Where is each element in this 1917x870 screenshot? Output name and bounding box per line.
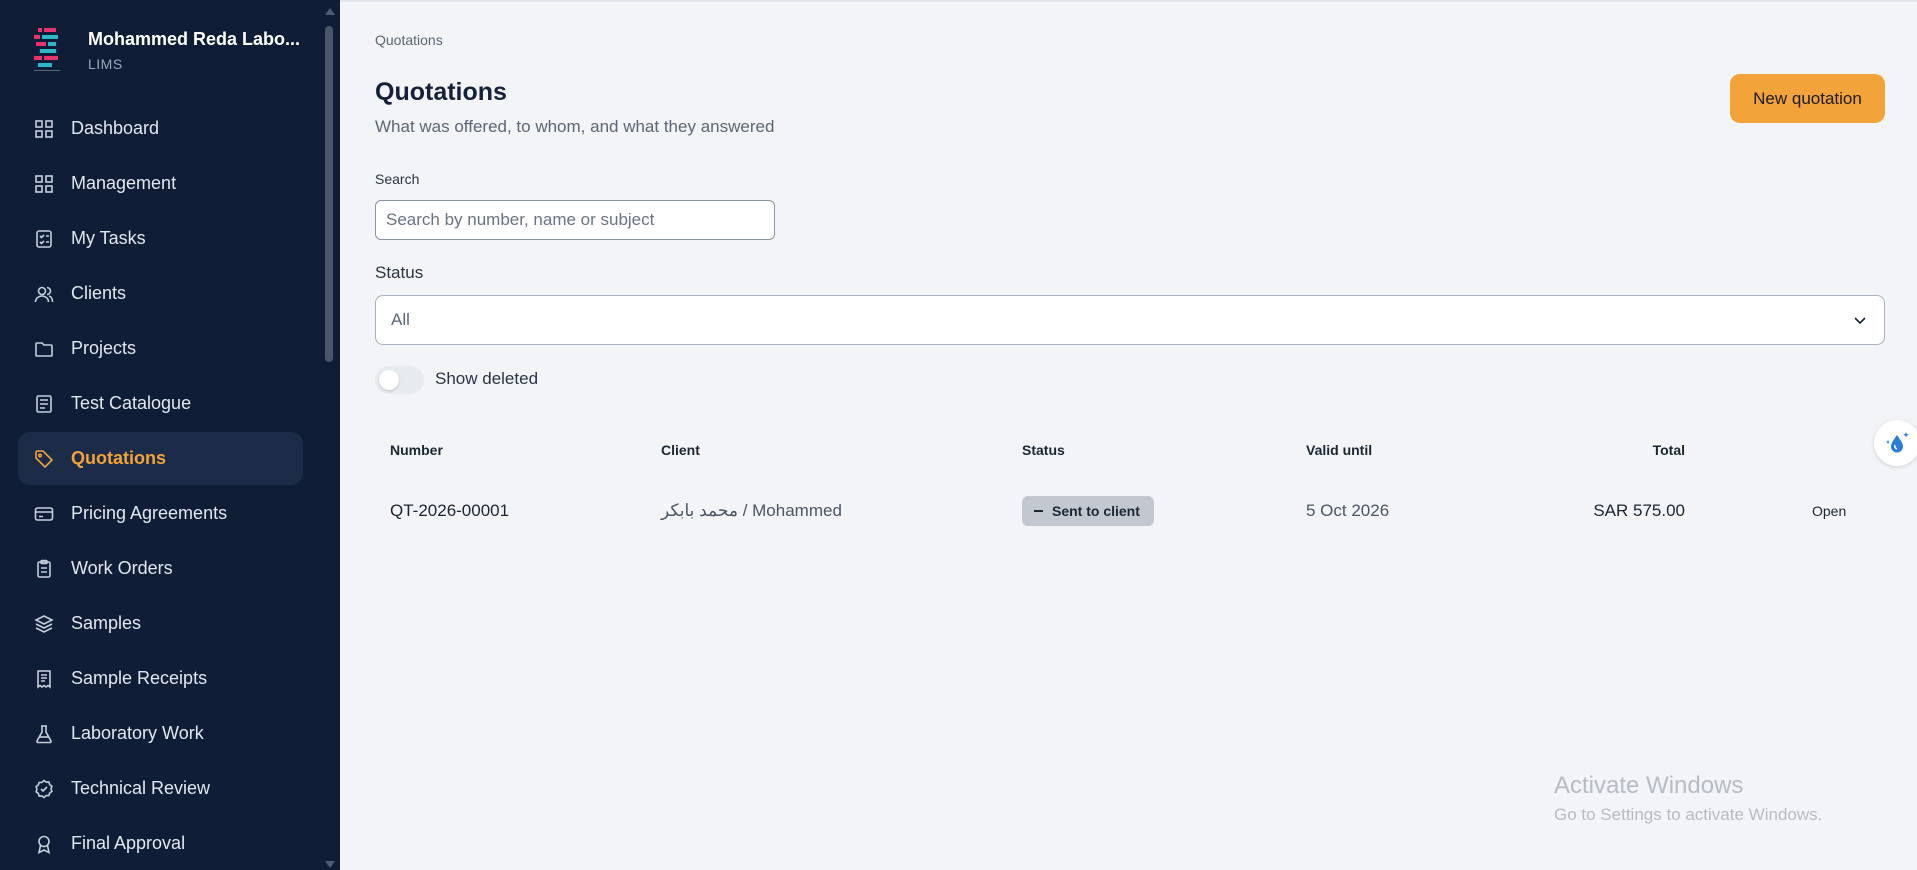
sidebar: Mohammed Reda Labo... LIMS Dashboard Man… [0, 0, 340, 870]
lab-logo-icon [34, 28, 60, 71]
sidebar-item-projects[interactable]: Projects [18, 322, 303, 375]
sidebar-nav: Dashboard Management My Tasks Clients Pr… [18, 102, 303, 870]
status-select[interactable]: All [375, 295, 1885, 345]
sidebar-item-clients[interactable]: Clients [18, 267, 303, 320]
sidebar-item-label: My Tasks [71, 228, 146, 248]
quotation-valid-until: 5 Oct 2026 [1306, 501, 1390, 520]
quotation-client: محمد بابكر / Mohammed [661, 501, 842, 520]
tag-icon [34, 449, 54, 469]
sidebar-item-sample-receipts[interactable]: Sample Receipts [18, 652, 303, 705]
show-deleted-toggle[interactable] [375, 366, 424, 394]
receipt-icon [34, 669, 54, 689]
checklist-icon [34, 229, 54, 249]
sidebar-item-technical-review[interactable]: Technical Review [18, 762, 303, 815]
status-label: Status [375, 263, 424, 282]
flask-icon [34, 724, 54, 744]
card-icon [34, 504, 54, 524]
droplet-sparkle-icon [1886, 432, 1909, 453]
dash-icon [1034, 510, 1043, 512]
layers-icon [34, 614, 54, 634]
sidebar-item-label: Work Orders [71, 558, 173, 578]
award-icon [34, 834, 54, 854]
sidebar-item-label: Projects [71, 338, 137, 358]
badge-check-icon [34, 778, 54, 799]
sidebar-item-label: Test Catalogue [71, 393, 192, 413]
sidebar-item-final-approval[interactable]: Final Approval [18, 817, 303, 870]
toggle-knob [379, 370, 399, 390]
sidebar-item-laboratory-work[interactable]: Laboratory Work [18, 707, 303, 760]
column-header-status[interactable]: Status [1022, 442, 1065, 458]
sidebar-item-pricing-agreements[interactable]: Pricing Agreements [18, 487, 303, 540]
sidebar-item-my-tasks[interactable]: My Tasks [18, 212, 303, 265]
sidebar-item-label: Management [71, 173, 177, 193]
quotation-total: SAR 575.00 [1593, 501, 1685, 520]
document-icon [34, 394, 54, 414]
brand-subtitle: LIMS [88, 55, 123, 72]
chevron-down-icon [1854, 317, 1866, 325]
windows-activation-subtitle: Go to Settings to activate Windows. [1554, 805, 1823, 824]
sidebar-item-label: Technical Review [71, 778, 211, 798]
status-badge: Sent to client [1022, 496, 1154, 526]
status-select-value: All [391, 310, 410, 329]
quotation-number: QT-2026-00001 [390, 501, 510, 520]
column-header-valid-until[interactable]: Valid until [1306, 442, 1372, 458]
column-header-client[interactable]: Client [661, 442, 700, 458]
users-icon [34, 284, 54, 304]
search-label: Search [375, 171, 420, 187]
brand[interactable]: Mohammed Reda Labo... LIMS [30, 26, 300, 74]
show-deleted-label: Show deleted [435, 369, 539, 388]
sidebar-item-management[interactable]: Management [18, 157, 303, 210]
sidebar-item-dashboard[interactable]: Dashboard [18, 102, 303, 155]
sidebar-item-quotations[interactable]: Quotations [18, 432, 303, 485]
folder-icon [34, 339, 54, 359]
sidebar-item-label: Pricing Agreements [71, 503, 228, 523]
windows-activation-title: Activate Windows [1554, 772, 1744, 799]
sidebar-item-samples[interactable]: Samples [18, 597, 303, 650]
sidebar-item-label: Dashboard [71, 118, 160, 138]
sidebar-item-label: Sample Receipts [71, 668, 208, 688]
main-content: Quotations Quotations What was offered, … [340, 0, 1917, 870]
status-badge-label: Sent to client [1052, 503, 1140, 519]
sidebar-item-label: Quotations [71, 448, 166, 468]
search-input[interactable] [375, 200, 775, 240]
grid-icon [34, 174, 54, 194]
clipboard-icon [34, 559, 54, 579]
page-title: Quotations [375, 78, 507, 106]
sidebar-item-label: Samples [71, 613, 142, 633]
sidebar-item-test-catalogue[interactable]: Test Catalogue [18, 377, 303, 430]
scroll-up-icon[interactable] [325, 8, 335, 15]
breadcrumb[interactable]: Quotations [375, 32, 443, 48]
scroll-down-icon[interactable] [325, 861, 335, 868]
sidebar-item-label: Clients [71, 283, 127, 303]
assistant-button[interactable] [1874, 420, 1917, 466]
column-header-number[interactable]: Number [390, 442, 443, 458]
open-quotation-link[interactable]: Open [1812, 503, 1846, 519]
sidebar-item-label: Laboratory Work [71, 723, 204, 743]
sidebar-scrollbar[interactable] [322, 6, 336, 870]
brand-name: Mohammed Reda Labo... [88, 28, 301, 49]
sidebar-item-work-orders[interactable]: Work Orders [18, 542, 303, 595]
grid-icon [34, 119, 54, 139]
column-header-total[interactable]: Total [1440, 442, 1685, 458]
sidebar-item-label: Final Approval [71, 833, 186, 853]
new-quotation-button[interactable]: New quotation [1730, 74, 1885, 123]
page-subtitle: What was offered, to whom, and what they… [375, 117, 775, 136]
scrollbar-thumb[interactable] [325, 26, 333, 362]
